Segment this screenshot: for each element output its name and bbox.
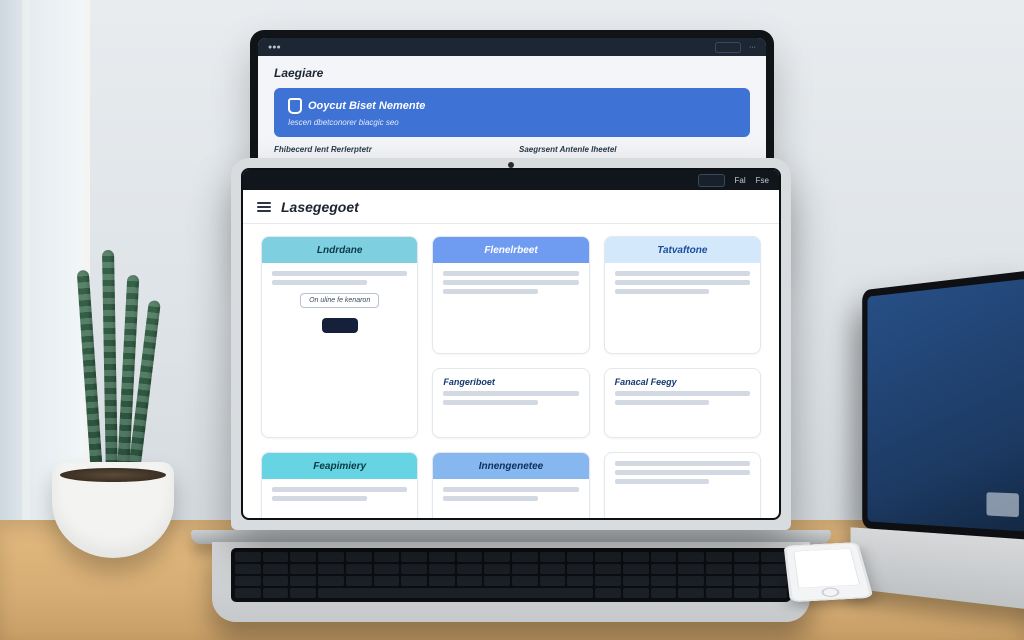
topbar-btn-2[interactable]: Fal [735,176,746,185]
card-2-title: Flenelrbeet [433,237,588,263]
card-1-title: Lndrdane [262,237,417,263]
card-4[interactable]: Fangeriboet [432,368,589,438]
topbar-pill-1[interactable] [698,174,725,187]
laptop-brand: Lasegegoet [281,199,359,215]
back-hero-subtitle: Iescen dbetconorer biacgic seo [288,118,736,127]
back-monitor-topbar: ●●● ··· [258,38,766,56]
card-6-title: Feapimiery [262,453,417,479]
back-brand: Laegiare [274,66,750,80]
topbar-btn-3[interactable]: Fse [756,176,769,185]
card-8[interactable] [604,452,761,518]
card-grid: Lndrdane On uline fe kenaron Flenelrbeet [243,224,779,518]
back-hero-banner: Ooycut Biset Nemente Iescen dbetconorer … [274,88,750,137]
hamburger-icon[interactable] [257,202,271,212]
card-1[interactable]: Lndrdane On uline fe kenaron [261,236,418,438]
laptop-topbar: Fal Fse [243,170,779,190]
back-col1-heading: Fhibecerd lent Rerlerptetr [274,145,505,154]
card-3[interactable]: Tatvaftone [604,236,761,354]
card-7[interactable]: Innengenetee [432,452,589,518]
card-1-solid-button[interactable] [322,318,358,333]
card-3-title: Tatvaftone [605,237,760,263]
side-laptop-screen [867,279,1024,532]
topbar-left [253,176,255,185]
phone [784,542,874,602]
card-4-subtitle: Fangeriboet [443,377,578,387]
card-7-title: Innengenetee [433,453,588,479]
back-col2-heading: Saegrsent Antenle Iheetel [519,145,750,154]
shield-icon [288,98,302,114]
keyboard[interactable] [231,548,791,602]
laptop-header: Lasegegoet [243,190,779,224]
laptop-base [212,542,810,622]
side-laptop [862,270,1024,610]
card-5[interactable]: Fanacal Feegy [604,368,761,438]
card-1-outline-button[interactable]: On uline fe kenaron [300,293,379,308]
card-2[interactable]: Flenelrbeet [432,236,589,354]
card-6[interactable]: Feapimiery [261,452,418,518]
front-laptop: Fal Fse Lasegegoet Lndrdane On uline fe … [190,158,832,628]
back-hero-title: Ooycut Biset Nemente [308,100,425,112]
topbar-chip[interactable] [715,42,741,53]
card-5-subtitle: Fanacal Feegy [615,377,750,387]
